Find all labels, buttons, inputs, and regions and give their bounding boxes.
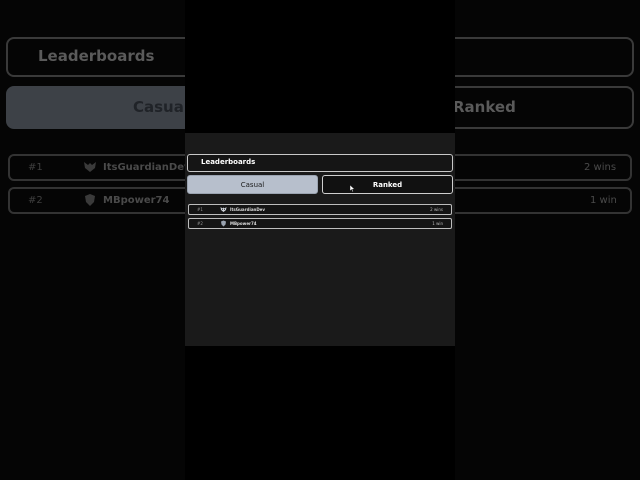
shield-avatar-icon [221,220,226,227]
guardian-mask-icon [220,207,227,212]
bg-casual-label: Casual [133,98,190,116]
bg-ranked-label: Ranked [453,98,516,116]
mouse-cursor-icon [350,185,355,192]
bg-rank-2: #2 [28,195,43,206]
rank-label: #2 [197,221,203,226]
bg-title: Leaderboards [38,47,155,65]
leaderboard-row[interactable]: #2 MBpower74 1 win [188,218,452,229]
leaderboard-row[interactable]: #1 ItsGuardianDev 2 wins [188,204,452,215]
bg-wins-1: 2 wins [584,162,617,173]
rank-label: #1 [197,207,203,212]
tab-casual-label: Casual [240,180,265,189]
tab-casual[interactable]: Casual [187,175,318,194]
tab-ranked[interactable]: Ranked [322,175,453,194]
page-title: Leaderboards [201,158,256,166]
win-count: 1 win [432,221,443,226]
player-name: MBpower74 [230,221,257,226]
bg-rank-1: #1 [28,162,43,173]
tab-ranked-label: Ranked [372,180,403,189]
bg-guardian-mask-icon [84,162,96,172]
bg-name-1: ItsGuardianDev [103,162,191,173]
bg-wins-2: 1 win [590,195,617,206]
bg-shield-avatar-icon [85,194,95,206]
win-count: 2 wins [430,207,443,212]
player-name: ItsGuardianDev [230,207,266,212]
bg-name-2: MBpower74 [103,195,170,206]
